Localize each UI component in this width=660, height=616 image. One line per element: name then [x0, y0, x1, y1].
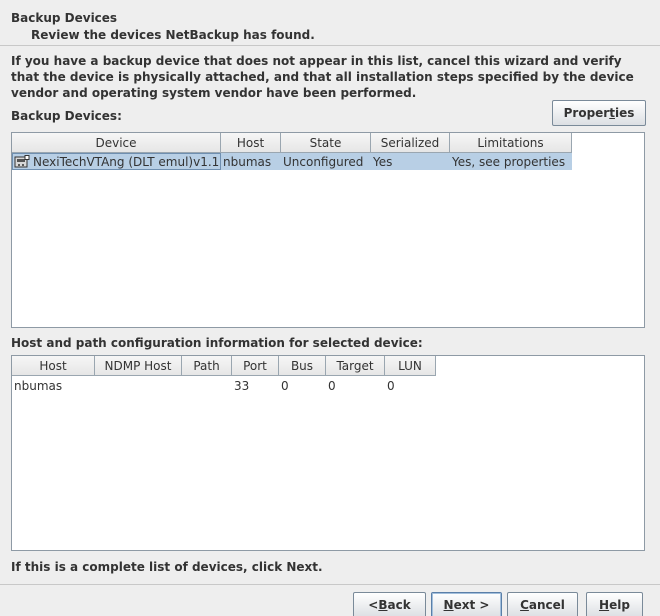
footer-divider	[0, 584, 660, 585]
cancel-button[interactable]: Cancel	[507, 592, 578, 616]
col-device[interactable]: Device	[12, 133, 221, 153]
table-row[interactable]: NexiTechVTAng (DLT emul)v1.1 nbumas Unco…	[12, 153, 572, 170]
cell-bus: 0	[281, 378, 289, 393]
col-limitations[interactable]: Limitations	[450, 133, 572, 153]
cell-ndmp-host	[95, 377, 182, 394]
table-row[interactable]: nbumas 33 0 0 0	[12, 377, 436, 394]
next-mnemonic: N	[443, 598, 454, 612]
col-serialized[interactable]: Serialized	[371, 133, 450, 153]
cell-serialized: Yes	[371, 153, 450, 170]
next-button[interactable]: Next >	[431, 592, 502, 616]
wizard-header: Backup Devices Review the devices NetBac…	[0, 0, 660, 46]
cell-path	[182, 377, 232, 394]
next-label-post: ext >	[453, 598, 490, 612]
cell-target: 0	[328, 378, 336, 393]
cell-host: nbumas	[221, 153, 281, 170]
col-port[interactable]: Port	[232, 356, 279, 376]
col-bus[interactable]: Bus	[279, 356, 326, 376]
back-button[interactable]: < Back	[353, 592, 426, 616]
intro-text: If you have a backup device that does no…	[11, 54, 634, 100]
footer-hint: If this is a complete list of devices, c…	[11, 560, 323, 574]
cell-port: 33	[234, 378, 250, 393]
help-mnemonic: H	[599, 598, 610, 612]
properties-label-pre: Proper	[563, 106, 610, 120]
help-label-post: elp	[609, 598, 630, 612]
cell-limitations: Yes, see properties	[450, 153, 572, 170]
config-label: Host and path configuration information …	[11, 336, 423, 350]
help-button[interactable]: Help	[586, 592, 643, 616]
page-title: Backup Devices	[11, 11, 118, 25]
config-table[interactable]: Host NDMP Host Path Port Bus Target LUN …	[11, 355, 645, 551]
devices-table[interactable]: Device Host State Serialized Limitations…	[11, 132, 645, 328]
properties-button[interactable]: Proper t ies	[552, 100, 646, 126]
tape-drive-icon	[14, 154, 30, 169]
col-path[interactable]: Path	[182, 356, 232, 376]
config-table-header: Host NDMP Host Path Port Bus Target LUN	[12, 356, 436, 376]
cell-config-host: nbumas	[14, 378, 63, 393]
col-state[interactable]: State	[281, 133, 371, 153]
col-lun[interactable]: LUN	[385, 356, 436, 376]
back-label-post: ack	[387, 598, 411, 612]
col-host[interactable]: Host	[221, 133, 281, 153]
properties-label-post: ies	[614, 106, 635, 120]
cancel-mnemonic: C	[520, 598, 529, 612]
cancel-label-post: ancel	[528, 598, 565, 612]
cell-state: Unconfigured	[281, 153, 371, 170]
col-config-host[interactable]: Host	[12, 356, 95, 376]
back-label-pre: <	[368, 598, 379, 612]
cell-lun: 0	[387, 378, 395, 393]
devices-table-header: Device Host State Serialized Limitations	[12, 133, 572, 153]
header-divider	[0, 45, 660, 46]
back-mnemonic: B	[378, 598, 388, 612]
page-subtitle: Review the devices NetBackup has found.	[31, 28, 315, 42]
col-target[interactable]: Target	[326, 356, 385, 376]
device-name: NexiTechVTAng (DLT emul)v1.1	[33, 154, 220, 169]
cell-device[interactable]: NexiTechVTAng (DLT emul)v1.1	[12, 153, 221, 170]
backup-devices-label: Backup Devices:	[11, 109, 122, 123]
col-ndmp-host[interactable]: NDMP Host	[95, 356, 182, 376]
